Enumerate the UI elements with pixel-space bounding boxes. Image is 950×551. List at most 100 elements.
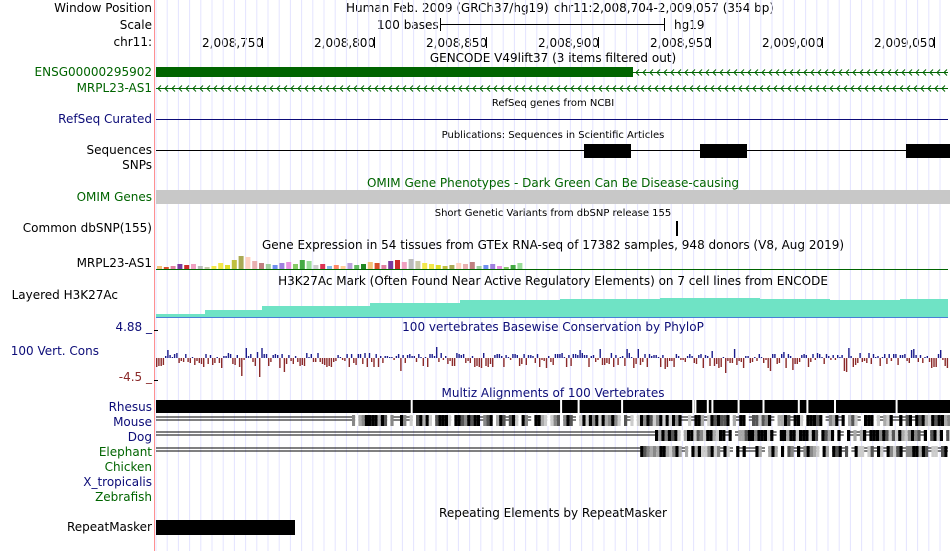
alignment-block (624, 415, 628, 426)
phylop-negative-bar (890, 358, 893, 361)
multiz-species-zebrafish[interactable]: Zebrafish (95, 490, 152, 505)
phylop-negative-bar (312, 358, 315, 362)
alignment-block (854, 446, 858, 457)
alignment-block (592, 415, 596, 426)
phylop-negative-bar (451, 358, 454, 366)
phylop-negative-bar (624, 358, 626, 366)
alignment-block (819, 415, 823, 426)
phylop-negative-bar (341, 358, 344, 360)
multiz-species-dog[interactable]: Dog (128, 430, 152, 445)
alignment-block (747, 430, 751, 441)
phylop-track-title[interactable]: 100 vertebrates Basewise Conservation by… (156, 320, 950, 334)
alignment-block (768, 446, 772, 457)
gencode-track-title[interactable]: GENCODE V49lift37 (3 items filtered out) (156, 51, 950, 65)
phylop-positive-bar (250, 354, 252, 358)
alignment-block (696, 430, 700, 441)
multiz-track-title[interactable]: Multiz Alignments of 100 Vertebrates (156, 386, 950, 400)
phylop-track-label[interactable]: 100 Vert. Cons (11, 344, 99, 359)
omim-track-title[interactable]: OMIM Gene Phenotypes - Dark Green Can Be… (156, 176, 950, 190)
alignment-block (693, 430, 697, 441)
gtex-tissue-bar (191, 264, 196, 269)
alignment-block (601, 415, 605, 426)
phylop-negative-bar (917, 358, 919, 362)
gtex-tissue-bar (469, 262, 475, 269)
multiz-species-elephant[interactable]: Elephant (99, 445, 152, 460)
alignment-block (566, 415, 570, 426)
phylop-positive-bar (357, 354, 359, 358)
phylop-negative-bar (604, 358, 606, 365)
gtex-tissue-bar (184, 265, 190, 269)
phylop-negative-bar (595, 358, 597, 362)
alignment-block (847, 430, 851, 441)
alignment-block (770, 430, 774, 441)
phylop-positive-bar (380, 356, 382, 358)
phylop-positive-bar (424, 357, 427, 358)
phylop-negative-bar (476, 358, 478, 366)
multiz-species-x-tropicalis[interactable]: X_tropicalis (83, 475, 152, 490)
phylop-positive-bar (619, 357, 622, 358)
multiz-species-rhesus[interactable]: Rhesus (109, 400, 152, 415)
snps-label[interactable]: SNPs (122, 158, 152, 173)
phylop-positive-bar (760, 357, 763, 358)
alignment-block (834, 430, 838, 441)
publications-track-title[interactable]: Publications: Sequences in Scientific Ar… (156, 129, 950, 143)
phylop-negative-bar (503, 358, 505, 367)
alignment-block (690, 430, 694, 441)
gencode-item-ensg00000295902[interactable]: ENSG00000295902 (35, 65, 152, 80)
phylop-negative-bar (400, 358, 402, 371)
dbsnp-track-label[interactable]: Common dbSNP(155) (23, 221, 152, 236)
alignment-block (799, 430, 803, 441)
gtex-tissue-bar (347, 263, 353, 269)
phylop-negative-bar (794, 358, 796, 364)
phylop-negative-bar (259, 358, 261, 377)
alignment-block (476, 415, 480, 426)
gtex-track-label[interactable]: MRPL23-AS1 (77, 256, 152, 271)
repeatmasker-track-label[interactable]: RepeatMasker (67, 520, 152, 535)
phylop-positive-bar (505, 355, 507, 358)
phylop-positive-bar (648, 354, 651, 358)
multiz-species-mouse[interactable]: Mouse (113, 415, 152, 430)
repeatmasker-track-title[interactable]: Repeating Elements by RepeatMasker (156, 506, 950, 520)
gencode-item-mrpl23-as1[interactable]: MRPL23-AS1 (77, 81, 152, 96)
publication-block (700, 144, 747, 158)
phylop-positive-bar (223, 356, 225, 358)
phylop-positive-bar (176, 353, 178, 358)
phylop-positive-bar (256, 352, 259, 358)
alignment-block (524, 415, 528, 426)
refseq-track-label[interactable]: RefSeq Curated (58, 112, 152, 127)
gtex-tissue-bar (442, 266, 448, 269)
gtex-track-title[interactable]: Gene Expression in 54 tissues from GTEx … (156, 238, 950, 252)
phylop-positive-bar (227, 353, 230, 358)
phylop-negative-bar (301, 358, 303, 365)
h3k27ac-track-title[interactable]: H3K27Ac Mark (Often Found Near Active Re… (156, 274, 950, 288)
phylop-negative-bar (778, 358, 781, 363)
publications-track-label[interactable]: Sequences (87, 143, 152, 158)
phylop-positive-bar (185, 354, 187, 358)
phylop-positive-bar (386, 356, 389, 358)
omim-track-label[interactable]: OMIM Genes (77, 190, 152, 205)
phylop-negative-bar (863, 358, 866, 361)
phylop-negative-bar (453, 358, 456, 366)
phylop-negative-bar (861, 358, 863, 362)
dbsnp-track-title[interactable]: Short Genetic Variants from dbSNP releas… (156, 207, 950, 221)
alignment-block (656, 415, 660, 426)
alignment-block (742, 446, 746, 457)
alignment-block (760, 430, 764, 441)
phylop-positive-bar (420, 357, 422, 358)
h3k27ac-track-label[interactable]: Layered H3K27Ac (12, 288, 118, 303)
phylop-negative-bar (474, 358, 476, 367)
gtex-tissue-bar (408, 259, 414, 269)
alignment-block (672, 446, 676, 457)
alignment-block (883, 415, 887, 426)
alignment-block (585, 415, 589, 426)
phylop-negative-bar (646, 358, 648, 367)
alignment-block (923, 430, 927, 441)
multiz-species-chicken[interactable]: Chicken (105, 460, 152, 475)
phylop-positive-bar (516, 355, 518, 358)
alignment-block (816, 446, 820, 457)
refseq-track-title[interactable]: RefSeq genes from NCBI (156, 97, 950, 111)
alignment-block (738, 430, 742, 441)
phylop-positive-bar (599, 349, 601, 358)
alignment-break (806, 400, 809, 413)
alignment-block (540, 415, 544, 426)
